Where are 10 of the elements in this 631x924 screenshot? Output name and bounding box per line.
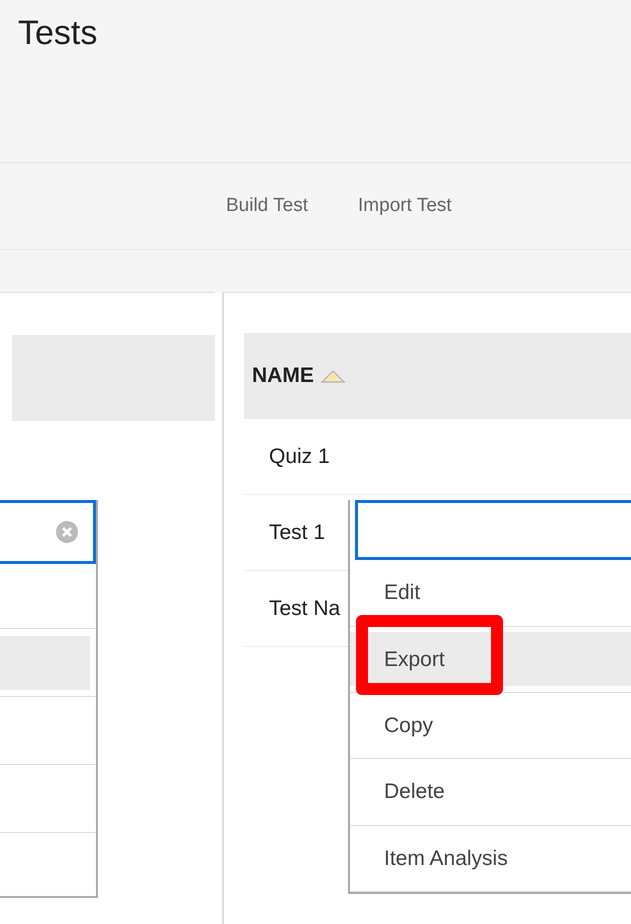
column-header[interactable]: NAME: [244, 333, 631, 419]
clear-icon: [55, 520, 79, 544]
table-cell-text: Test Na: [269, 596, 340, 622]
search-field[interactable]: [0, 500, 96, 564]
toolbar-link[interactable]: Import Test: [358, 192, 452, 220]
table-cell-text: Test 1: [269, 520, 326, 546]
toolbar-link[interactable]: Build Test: [226, 192, 308, 220]
table-cell-text: Quiz 1: [269, 444, 330, 470]
menu-search-field[interactable]: [355, 500, 631, 560]
page-title: Tests: [18, 13, 98, 54]
